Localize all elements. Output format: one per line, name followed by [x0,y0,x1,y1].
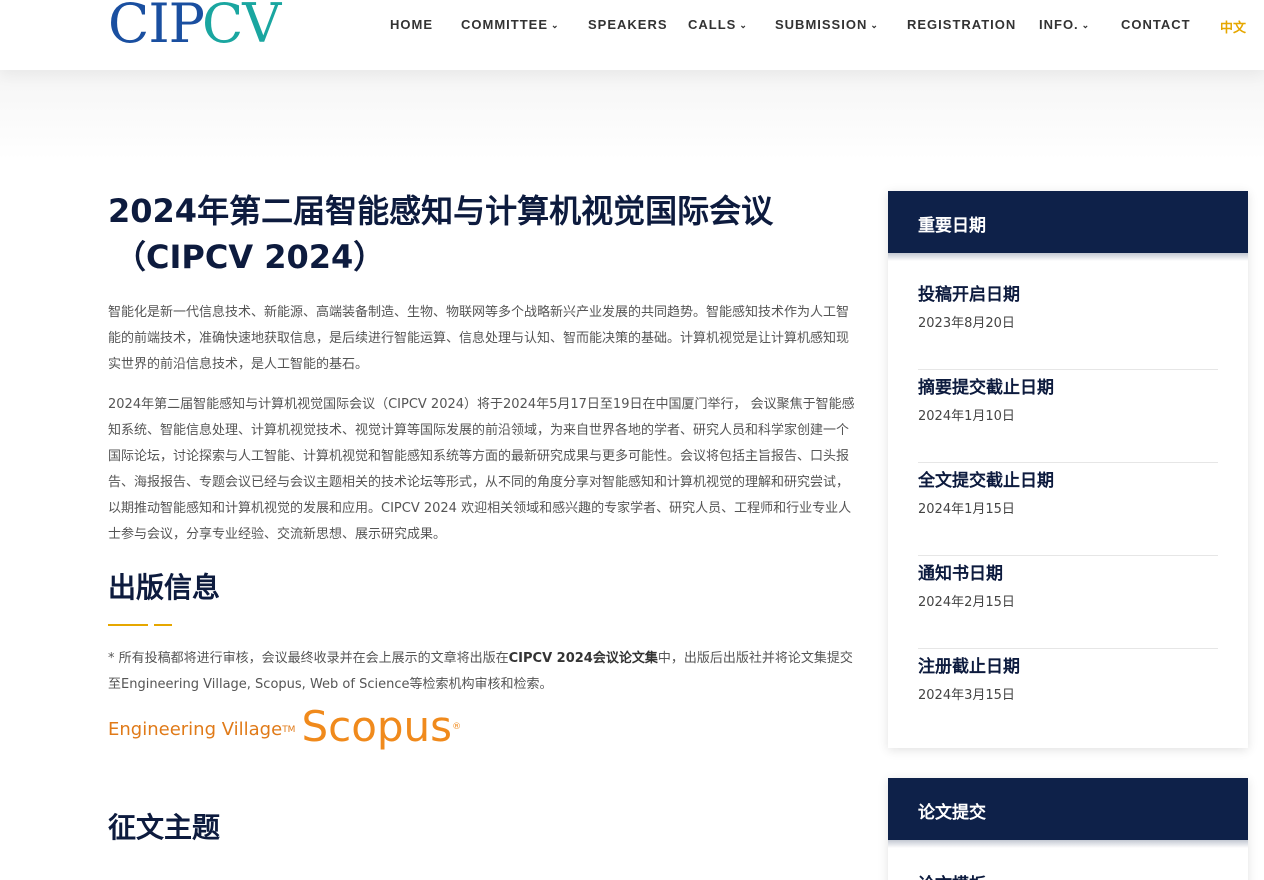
logo-text-cip: CIP [108,0,205,55]
date-item: 注册截止日期 2024年3月15日 [918,649,1218,742]
date-value: 2024年3月15日 [918,688,1015,703]
date-value: 2024年2月15日 [918,595,1015,610]
note-text-1: * 所有投稿都将进行审核，会议最终收录并在会上展示的文章将出版在 [108,651,509,666]
date-item: 通知书日期 2024年2月15日 [918,556,1218,649]
language-switch[interactable]: 中文 [1220,17,1246,36]
topics-heading: 征文主题 [108,811,221,844]
publication-note: * 所有投稿都将进行审核，会议最终收录并在会上展示的文章将出版在CIPCV 20… [108,646,860,698]
logo-text-cv: CV [201,0,281,55]
scopus-logo: Scopus® [301,704,461,750]
nav-info-label: INFO. [1039,17,1079,32]
nav-registration[interactable]: REGISTRATION [907,17,1016,32]
date-value: 2024年1月15日 [918,502,1015,517]
date-item: 全文提交截止日期 2024年1月15日 [918,463,1218,556]
nav-committee[interactable]: COMMITTEE ⌄ [461,17,560,32]
nav-speakers[interactable]: SPEAKERS [588,17,668,32]
engineering-village-logo: Engineering VillageTM [108,718,295,750]
important-dates-widget: 重要日期 投稿开启日期 2023年8月20日 摘要提交截止日期 2024年1月1… [888,191,1248,748]
date-title: 注册截止日期 [918,657,1020,677]
nav-home[interactable]: HOME [390,17,433,32]
header-band [0,70,1264,160]
important-dates-title: 重要日期 [888,191,1248,261]
nav-contact-label: CONTACT [1121,17,1191,32]
paper-submission-title: 论文提交 [888,778,1248,848]
page-title: 2024年第二届智能感知与计算机视觉国际会议 （CIPCV 2024） [108,188,860,280]
date-title: 全文提交截止日期 [918,471,1054,491]
paper-template-link[interactable]: 论文模板 [888,870,1248,880]
date-title: 通知书日期 [918,564,1003,584]
nav-info[interactable]: INFO. ⌄ [1039,17,1090,32]
scopus-text: Scopus [301,702,453,751]
page-title-line1: 2024年第二届智能感知与计算机视觉国际会议 [108,192,774,230]
page-title-line2: （CIPCV 2024） [114,238,386,276]
date-value: 2024年1月10日 [918,409,1015,424]
paper-submission-widget: 论文提交 论文模板 [888,778,1248,880]
note-bold: CIPCV 2024会议论文集 [508,651,658,666]
chevron-down-icon: ⌄ [1081,20,1091,30]
heading-underline [108,624,860,626]
nav-submission-label: SUBMISSION [775,17,868,32]
nav-contact[interactable]: CONTACT [1121,17,1191,32]
intro-paragraph: 智能化是新一代信息技术、新能源、高端装备制造、生物、物联网等多个战略新兴产业发展… [108,305,850,372]
chevron-down-icon: ⌄ [739,20,748,30]
date-item: 摘要提交截止日期 2024年1月10日 [918,370,1218,463]
nav-submission[interactable]: SUBMISSION ⌄ [775,17,879,32]
nav-speakers-label: SPEAKERS [588,17,668,32]
tm-mark: TM [282,725,296,735]
chevron-down-icon: ⌄ [870,20,879,30]
conference-paragraph: 2024年第二届智能感知与计算机视觉国际会议（CIPCV 2024）将于2024… [108,397,855,542]
registered-mark: ® [452,722,462,732]
date-title: 投稿开启日期 [918,285,1020,305]
nav-calls-label: CALLS [688,17,737,32]
main-content: 2024年第二届智能感知与计算机视觉国际会议 （CIPCV 2024） 智能化是… [108,188,860,848]
site-header: CIP CV HOME COMMITTEE ⌄ SPEAKERS CALLS ⌄ S… [0,0,1264,70]
chevron-down-icon: ⌄ [551,20,560,30]
indexing-logos: Engineering VillageTM Scopus® [108,704,860,750]
ev-text: Engineering Village [108,719,283,740]
nav-calls[interactable]: CALLS ⌄ [688,17,748,32]
cipcv-logo[interactable]: CIP CV [108,0,281,55]
date-item: 投稿开启日期 2023年8月20日 [918,277,1218,370]
date-title: 摘要提交截止日期 [918,378,1054,398]
date-value: 2023年8月20日 [918,316,1015,331]
publication-heading: 出版信息 [108,571,221,604]
nav-committee-label: COMMITTEE [461,17,548,32]
nav-registration-label: REGISTRATION [907,17,1017,32]
nav-home-label: HOME [390,17,433,32]
